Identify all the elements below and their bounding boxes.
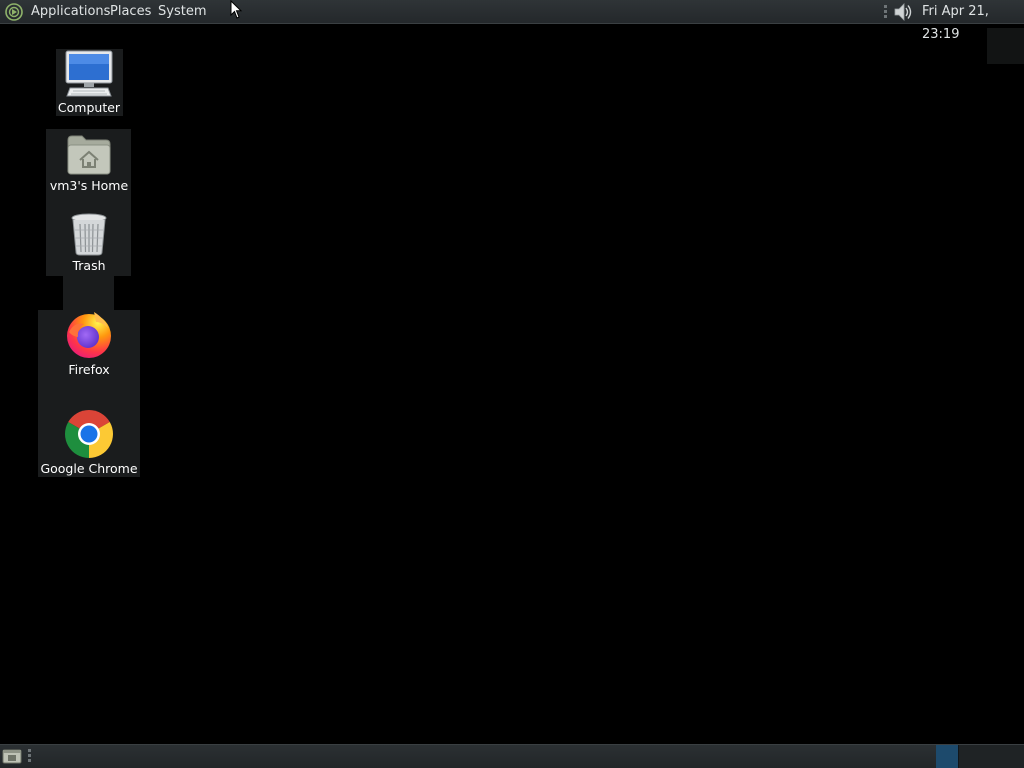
desktop-icon-trash[interactable]: Trash (39, 212, 139, 273)
applications-menu[interactable]: Applications (28, 0, 113, 23)
desktop-icon-firefox[interactable]: Firefox (39, 310, 139, 377)
system-menu[interactable]: System (155, 0, 209, 23)
panel-handle-icon[interactable] (28, 749, 32, 763)
panel-handle-icon[interactable] (884, 5, 888, 19)
desktop-icon-google-chrome[interactable]: Google Chrome (39, 409, 139, 476)
bottom-panel (0, 744, 1024, 768)
desktop-icon-label: Computer (57, 100, 121, 115)
clock[interactable]: Fri Apr 21, 23:19 (919, 0, 1024, 42)
corner-widget (987, 28, 1024, 64)
desktop-icon-computer[interactable]: Computer (39, 50, 139, 115)
workspace-2[interactable] (959, 745, 1024, 768)
distro-logo-icon[interactable] (4, 2, 24, 22)
places-menu[interactable]: Places (107, 0, 154, 23)
desktop-icon-label: vm3's Home (49, 178, 129, 193)
firefox-icon (67, 312, 111, 358)
chrome-icon (65, 410, 113, 458)
desktop-icon-label: Google Chrome (40, 461, 138, 476)
workspace-1[interactable] (936, 745, 959, 768)
computer-icon (65, 50, 113, 97)
home-folder-icon (67, 135, 111, 175)
trash-icon (71, 213, 107, 256)
desktop-icon-label: Firefox (68, 362, 110, 377)
mouse-cursor-icon (230, 0, 243, 19)
icon-backdrop (63, 276, 114, 310)
desktop-icon-home[interactable]: vm3's Home (39, 132, 139, 193)
desktop-icon-label: Trash (72, 258, 106, 273)
show-desktop-icon[interactable] (2, 748, 22, 765)
speaker-icon[interactable] (892, 2, 914, 22)
desktop-screen: Applications Places System Fri Apr 21, 2… (0, 0, 1024, 768)
top-panel: Applications Places System Fri Apr 21, 2… (0, 0, 1024, 42)
